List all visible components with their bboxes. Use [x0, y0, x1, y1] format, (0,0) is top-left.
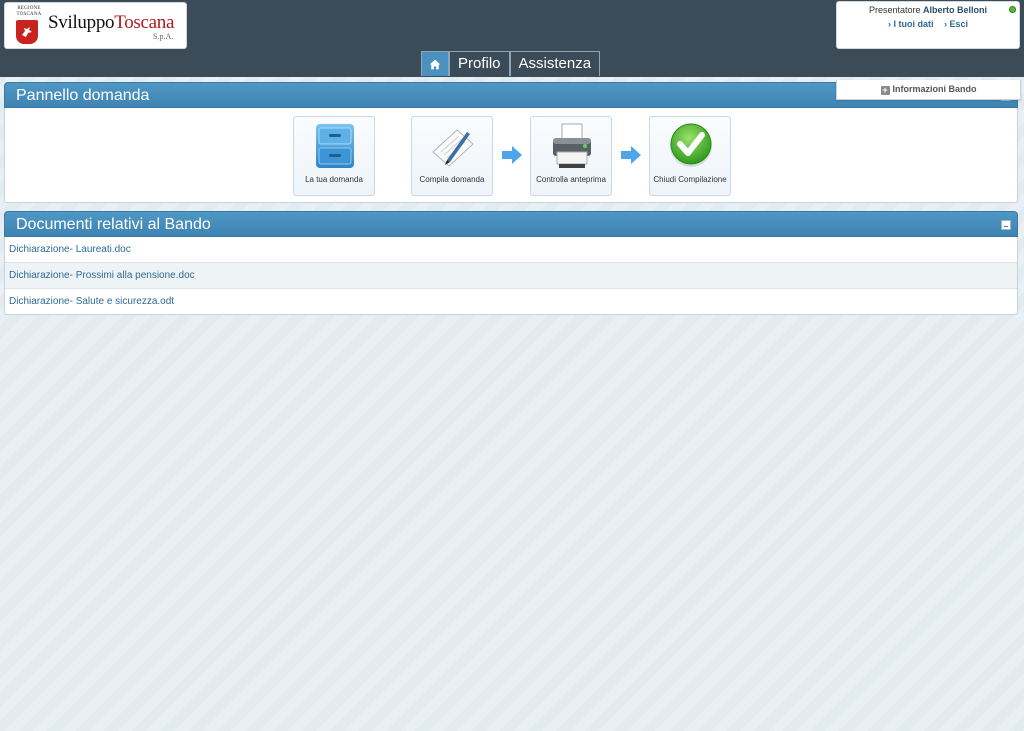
plus-icon: +: [880, 85, 890, 95]
sviluppo-toscana-logo[interactable]: REGIONE TOSCANA SviluppoToscana S.p.A.: [4, 2, 187, 49]
panel-documenti-header: Documenti relativi al Bando: [4, 211, 1018, 237]
user-box: Presentatore Alberto Belloni › I tuoi da…: [836, 1, 1020, 49]
step-compila-domanda[interactable]: Compila domanda: [411, 116, 493, 196]
step-label: La tua domanda: [305, 175, 363, 184]
info-bando-button[interactable]: + Informazioni Bando: [836, 80, 1021, 100]
tab-profilo[interactable]: Profilo: [449, 51, 510, 76]
logout-link[interactable]: › Esci: [944, 19, 968, 29]
pegasus-crest-icon: [16, 20, 38, 44]
main-nav: Profilo Assistenza: [421, 51, 601, 77]
step-controlla-anteprima[interactable]: Controlla anteprima: [530, 116, 612, 196]
region-text: REGIONE TOSCANA: [16, 6, 42, 17]
panel-documenti-title: Documenti relativi al Bando: [16, 216, 211, 233]
step-label: Controlla anteprima: [536, 175, 606, 184]
tab-home[interactable]: [421, 51, 449, 76]
panel-domanda-title: Pannello domanda: [16, 87, 150, 104]
collapse-icon[interactable]: [1001, 220, 1011, 230]
step-la-tua-domanda[interactable]: La tua domanda: [293, 116, 375, 196]
arrow-right-icon: [502, 146, 522, 164]
top-bar: REGIONE TOSCANA SviluppoToscana S.p.A. P…: [0, 0, 1024, 77]
brand-suffix: S.p.A.: [153, 32, 174, 41]
presenter-info: Presentatore Alberto Belloni: [868, 5, 988, 15]
arrow-right-icon: [621, 146, 641, 164]
printer-icon: [553, 123, 591, 168]
brand-name: SviluppoToscana: [48, 12, 175, 33]
step-label: Compila domanda: [419, 175, 485, 184]
documents-list: Dichiarazione- Laureati.doc Dichiarazion…: [4, 237, 1018, 315]
tab-assistenza[interactable]: Assistenza: [509, 51, 601, 76]
document-link-pensione[interactable]: Dichiarazione- Prossimi alla pensione.do…: [5, 263, 1017, 289]
presenter-name: Alberto Belloni: [923, 5, 988, 15]
my-data-link[interactable]: › I tuoi dati: [888, 19, 934, 29]
document-link-sicurezza[interactable]: Dichiarazione- Salute e sicurezza.odt: [5, 289, 1017, 314]
home-icon: [429, 59, 441, 69]
file-cabinet-icon: [316, 124, 354, 168]
step-chiudi-compilazione[interactable]: Chiudi Compilazione: [649, 116, 731, 196]
document-link-laureati[interactable]: Dichiarazione- Laureati.doc: [5, 237, 1017, 263]
pen-paper-icon: [432, 129, 474, 167]
step-label: Chiudi Compilazione: [653, 175, 727, 184]
green-check-icon: [670, 123, 712, 167]
